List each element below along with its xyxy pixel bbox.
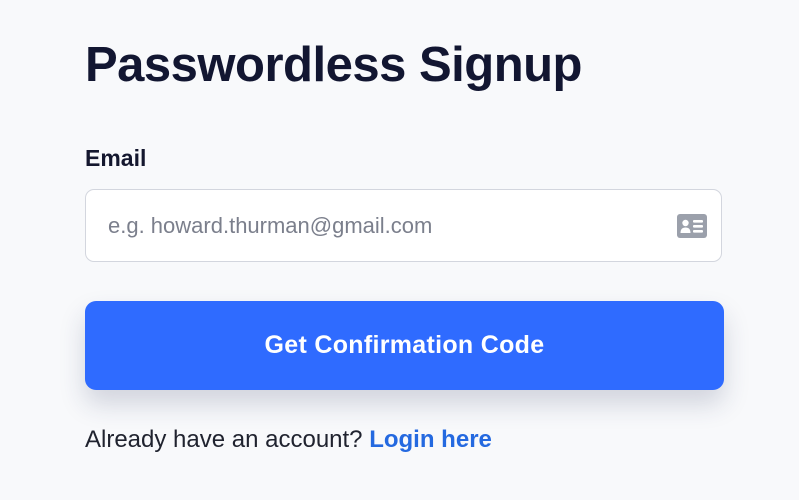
email-label: Email [85, 145, 147, 171]
login-link[interactable]: Login here [369, 426, 492, 453]
email-field[interactable] [86, 190, 646, 261]
contact-card-icon [677, 214, 707, 238]
login-prompt-text: Already have an account? [85, 426, 363, 453]
page-title: Passwordless Signup [85, 38, 583, 92]
email-field-wrapper[interactable] [85, 189, 722, 262]
signup-form-container: Passwordless Signup Email Get Confirmati… [85, 34, 724, 455]
get-confirmation-code-button[interactable]: Get Confirmation Code [85, 301, 724, 390]
login-prompt: Already have an account? Login here [85, 425, 724, 455]
